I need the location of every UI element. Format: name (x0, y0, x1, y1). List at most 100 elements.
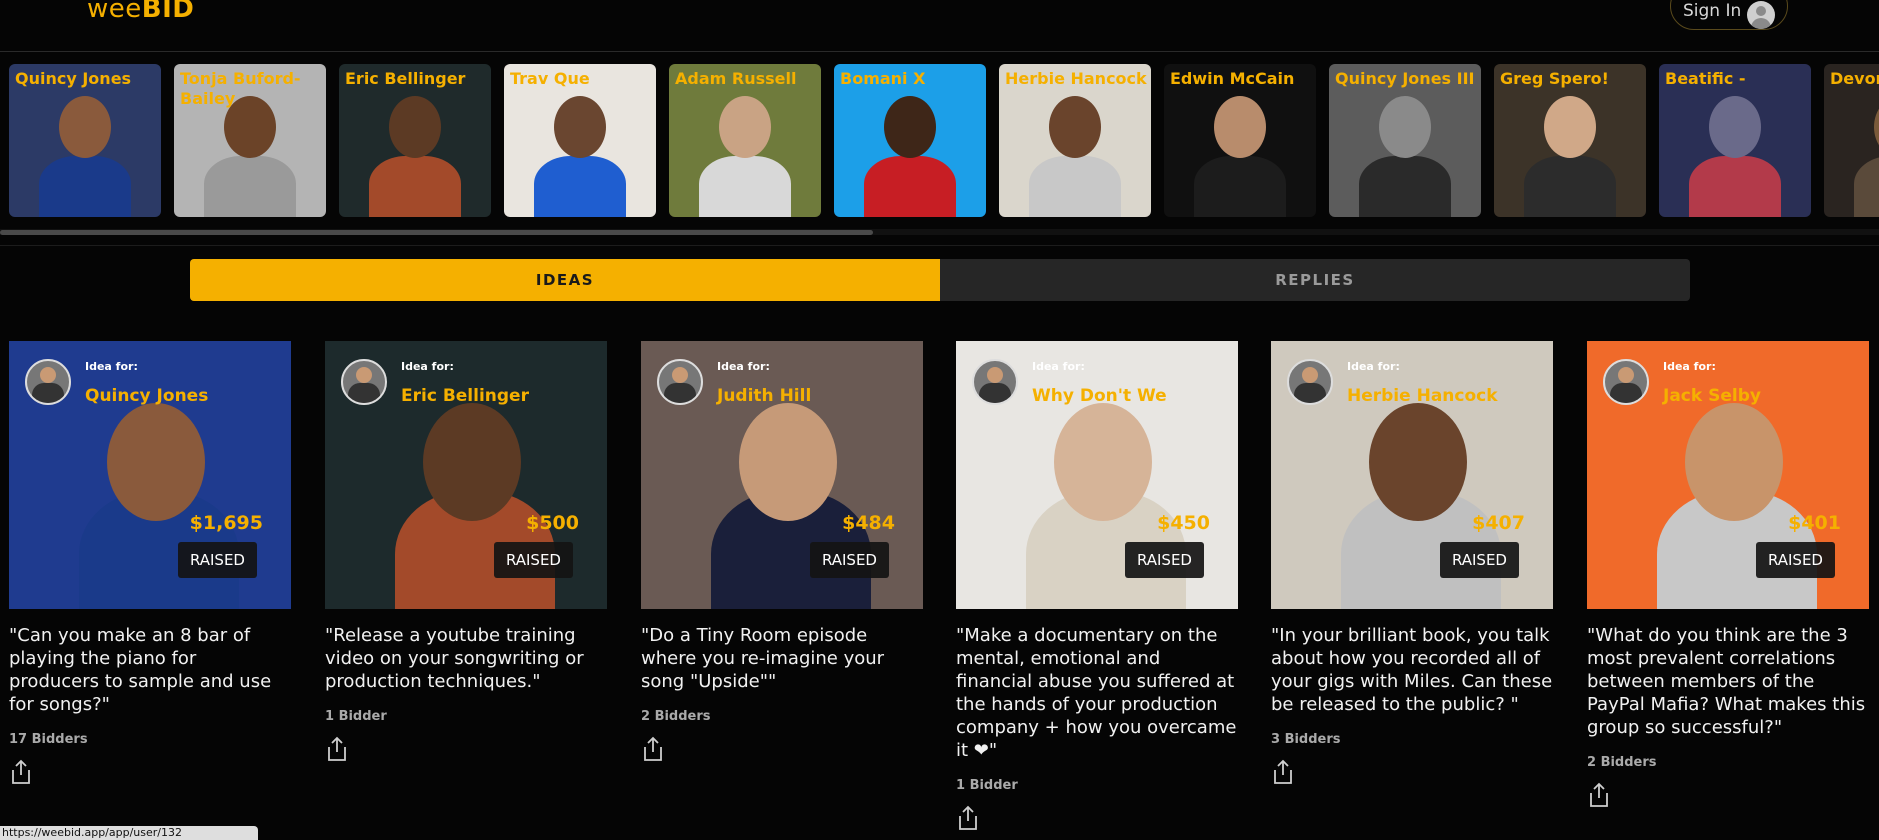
creator-photo (534, 156, 626, 217)
top-header: weeBID Sign In (0, 0, 1879, 52)
idea-card-image[interactable]: Idea for: Quincy Jones $1,695 RAISED (9, 341, 291, 609)
weebid-logo[interactable]: weeBID (87, 0, 194, 24)
idea-card[interactable]: Idea for: Herbie Hancock $407 RAISED "In… (1271, 341, 1553, 785)
creator-photo (39, 156, 131, 217)
link-status-bar: https://weebid.app/app/user/132 (0, 826, 258, 840)
creator-photo-head (1214, 96, 1266, 158)
requester-avatar[interactable] (1603, 359, 1649, 405)
creator-photo-head (59, 96, 111, 158)
carousel-tile[interactable]: Eric Bellinger (339, 64, 491, 217)
sign-in-label: Sign In (1683, 1, 1742, 21)
raised-badge: RAISED (809, 542, 889, 578)
creator-carousel[interactable]: Quincy Jones Tonja Buford-Bailey Eric Bell… (0, 64, 1879, 219)
bidder-count: 2 Bidders (1587, 755, 1657, 770)
idea-creator-name[interactable]: Judith Hill (717, 386, 811, 406)
carousel-tile-name: Eric Bellinger (345, 69, 466, 88)
carousel-tile-name: Bomani X (840, 69, 926, 88)
requester-avatar[interactable] (657, 359, 703, 405)
creator-photo (864, 156, 956, 217)
idea-for-label: Idea for: (85, 360, 138, 373)
creator-photo-head (1709, 96, 1761, 158)
share-icon[interactable] (1271, 759, 1295, 785)
requester-avatar[interactable] (972, 359, 1018, 405)
share-icon[interactable] (641, 736, 665, 762)
creator-photo-head (1874, 96, 1879, 158)
carousel-tile[interactable]: Quincy Jones III (1329, 64, 1481, 217)
section-divider (0, 245, 1879, 246)
share-icon[interactable] (956, 805, 980, 831)
share-icon[interactable] (325, 736, 349, 762)
idea-text[interactable]: "Do a Tiny Room episode where you re-ima… (641, 624, 923, 693)
idea-text[interactable]: "Can you make an 8 bar of playing the pi… (9, 624, 291, 716)
idea-card-image[interactable]: Idea for: Judith Hill $484 RAISED (641, 341, 923, 609)
idea-text[interactable]: "In your brilliant book, you talk about … (1271, 624, 1553, 716)
share-icon[interactable] (9, 759, 33, 785)
carousel-tile[interactable]: Devon (1824, 64, 1879, 217)
idea-for-label: Idea for: (1663, 360, 1716, 373)
creator-photo (369, 156, 461, 217)
creator-photo-head (884, 96, 936, 158)
idea-creator-name[interactable]: Eric Bellinger (401, 386, 529, 406)
requester-avatar[interactable] (1287, 359, 1333, 405)
idea-card[interactable]: Idea for: Why Don't We $450 RAISED "Make… (956, 341, 1238, 831)
carousel-tile[interactable]: Trav Que (504, 64, 656, 217)
idea-text[interactable]: "Release a youtube training video on you… (325, 624, 607, 693)
tab-replies[interactable]: REPLIES (940, 259, 1690, 301)
raised-amount: $407 (1472, 512, 1525, 534)
idea-card-image[interactable]: Idea for: Eric Bellinger $500 RAISED (325, 341, 607, 609)
idea-text[interactable]: "Make a documentary on the mental, emoti… (956, 624, 1238, 762)
idea-text[interactable]: "What do you think are the 3 most preval… (1587, 624, 1869, 739)
bidder-count: 2 Bidders (641, 709, 711, 724)
raised-amount: $450 (1157, 512, 1210, 534)
creator-photo (1854, 156, 1879, 217)
carousel-tile[interactable]: Quincy Jones (9, 64, 161, 217)
idea-card[interactable]: Idea for: Judith Hill $484 RAISED "Do a … (641, 341, 923, 762)
bidder-count: 1 Bidder (325, 709, 387, 724)
carousel-tile[interactable]: Herbie Hancock (999, 64, 1151, 217)
share-icon[interactable] (1587, 782, 1611, 808)
idea-card-image[interactable]: Idea for: Herbie Hancock $407 RAISED (1271, 341, 1553, 609)
carousel-tile[interactable]: Adam Russell (669, 64, 821, 217)
creator-photo (1029, 156, 1121, 217)
idea-creator-name[interactable]: Herbie Hancock (1347, 386, 1498, 406)
tab-ideas[interactable]: IDEAS (190, 259, 940, 301)
idea-creator-name[interactable]: Jack Selby (1663, 386, 1761, 406)
carousel-tile-name: Quincy Jones (15, 69, 132, 88)
carousel-tile[interactable]: Greg Spero! (1494, 64, 1646, 217)
requester-avatar[interactable] (25, 359, 71, 405)
requester-avatar[interactable] (341, 359, 387, 405)
idea-card[interactable]: Idea for: Jack Selby $401 RAISED "What d… (1587, 341, 1869, 808)
carousel-tile[interactable]: Beatific - (1659, 64, 1811, 217)
logo-wee-text: wee (87, 0, 142, 24)
raised-amount: $1,695 (189, 512, 263, 534)
ideas-replies-tabs: IDEAS REPLIES (190, 259, 1690, 301)
creator-photo (1359, 156, 1451, 217)
carousel-tile[interactable]: Bomani X (834, 64, 986, 217)
carousel-tile-name: Greg Spero! (1500, 69, 1609, 88)
creator-photo-head (423, 403, 521, 521)
creator-photo (1689, 156, 1781, 217)
creator-photo (1524, 156, 1616, 217)
idea-creator-name[interactable]: Quincy Jones (85, 386, 208, 406)
bidder-count: 1 Bidder (956, 778, 1018, 793)
sign-in-button[interactable]: Sign In (1670, 0, 1788, 30)
raised-badge: RAISED (177, 542, 257, 578)
idea-card[interactable]: Idea for: Quincy Jones $1,695 RAISED "Ca… (9, 341, 291, 785)
idea-for-label: Idea for: (717, 360, 770, 373)
carousel-tile[interactable]: Tonja Buford-Bailey (174, 64, 326, 217)
logo-bid-text: BID (141, 0, 195, 24)
creator-photo-head (1685, 403, 1783, 521)
carousel-tile-name: Devon (1830, 69, 1879, 88)
carousel-tile[interactable]: Edwin McCain (1164, 64, 1316, 217)
raised-badge: RAISED (1755, 542, 1835, 578)
bidder-count: 17 Bidders (9, 732, 88, 747)
raised-badge: RAISED (493, 542, 573, 578)
idea-card-image[interactable]: Idea for: Why Don't We $450 RAISED (956, 341, 1238, 609)
idea-card-image[interactable]: Idea for: Jack Selby $401 RAISED (1587, 341, 1869, 609)
idea-creator-name[interactable]: Why Don't We (1032, 386, 1167, 406)
carousel-scrollbar-thumb[interactable] (0, 230, 873, 235)
idea-card[interactable]: Idea for: Eric Bellinger $500 RAISED "Re… (325, 341, 607, 762)
idea-for-label: Idea for: (1032, 360, 1085, 373)
raised-amount: $500 (526, 512, 579, 534)
creator-photo-head (1049, 96, 1101, 158)
